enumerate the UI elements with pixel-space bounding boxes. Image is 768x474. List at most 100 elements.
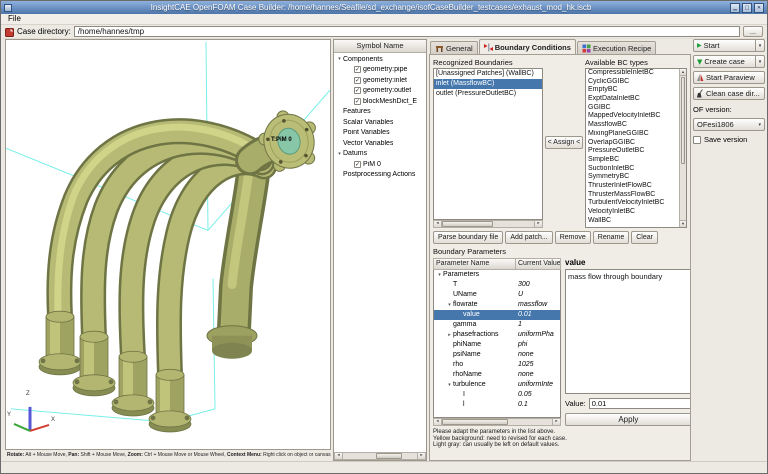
close-button[interactable]: ✕ bbox=[754, 2, 764, 13]
tree-item-point-variables[interactable]: Point Variables bbox=[334, 128, 426, 139]
3d-viewport[interactable]: T:PiM 0 X Y Z bbox=[5, 39, 331, 450]
create-case-button[interactable]: ▼ Create case bbox=[693, 55, 756, 68]
scroll-thumb[interactable] bbox=[442, 221, 493, 227]
boundary-item-outlet-pressureoutletbc[interactable]: outlet (PressureOutletBC) bbox=[434, 89, 542, 99]
bc-type-ggibc[interactable]: GGIBC bbox=[586, 104, 678, 113]
tree-item-blockmeshdict-e[interactable]: ✓ blockMeshDict_E bbox=[334, 96, 426, 107]
available-v-scrollbar[interactable]: ▴ ▾ bbox=[679, 69, 686, 227]
browse-button[interactable]: ... bbox=[743, 26, 763, 37]
assign-button[interactable]: < Assign < bbox=[545, 136, 583, 149]
checkbox-icon[interactable]: ✓ bbox=[354, 87, 361, 95]
start-dropdown-button[interactable]: ▾ bbox=[756, 39, 765, 52]
bc-type-wallbc[interactable]: WallBC bbox=[586, 217, 678, 226]
recognized-h-scrollbar[interactable]: ◂ ▸ bbox=[433, 220, 543, 228]
tab-general[interactable]: General bbox=[430, 41, 478, 55]
tree-h-scrollbar[interactable]: ◂ ▸ bbox=[334, 452, 426, 460]
param-row-rhoname[interactable]: rhoName none bbox=[434, 370, 560, 380]
tab-execution-recipe[interactable]: Execution Recipe bbox=[576, 41, 657, 55]
apply-button[interactable]: Apply bbox=[565, 413, 690, 426]
scroll-thumb[interactable] bbox=[681, 77, 685, 164]
menu-file[interactable]: File bbox=[5, 14, 24, 24]
param-row-gamma[interactable]: gamma 1 bbox=[434, 320, 560, 330]
tree-item-vector-variables[interactable]: Vector Variables bbox=[334, 138, 426, 149]
scroll-right-icon[interactable]: ▸ bbox=[552, 419, 560, 425]
checkbox-icon[interactable]: ✓ bbox=[354, 97, 361, 105]
param-row-value[interactable]: value 0.01 bbox=[434, 310, 560, 320]
start-paraview-button[interactable]: Start Paraview bbox=[693, 71, 765, 84]
bc-type-velocityinletbc[interactable]: VelocityInletBC bbox=[586, 208, 678, 217]
add-patch-button[interactable]: Add patch... bbox=[505, 231, 553, 244]
create-case-dropdown-button[interactable]: ▾ bbox=[756, 55, 765, 68]
bc-type-thrusterinletflowbc[interactable]: ThrusterInletFlowBC bbox=[586, 182, 678, 191]
parse-boundary-file-button[interactable]: Parse boundary file bbox=[433, 231, 504, 244]
of-version-select[interactable]: OFesi1806 ▾ bbox=[693, 118, 765, 131]
param-row-phiname[interactable]: phiName phi bbox=[434, 340, 560, 350]
scroll-left-icon[interactable]: ◂ bbox=[434, 419, 442, 425]
symbol-tree-header[interactable]: Symbol Name bbox=[334, 40, 426, 53]
param-row-turbulence[interactable]: ▾ turbulence uniformInte bbox=[434, 380, 560, 390]
bc-type-suctioninletbc[interactable]: SuctionInletBC bbox=[586, 165, 678, 174]
case-directory-input[interactable] bbox=[73, 26, 740, 37]
checkbox-icon[interactable]: ✓ bbox=[354, 66, 361, 74]
checkbox-icon[interactable]: ✓ bbox=[354, 160, 361, 168]
tree-item-geometry-pipe[interactable]: ✓ geometry:pipe bbox=[334, 65, 426, 76]
title-bar[interactable]: InsightCAE OpenFOAM Case Builder: /home/… bbox=[1, 1, 767, 14]
param-row-phasefractions[interactable]: ▸ phasefractions uniformPha bbox=[434, 330, 560, 340]
scroll-thumb[interactable] bbox=[442, 419, 508, 425]
scroll-right-icon[interactable]: ▸ bbox=[417, 453, 425, 459]
scroll-up-icon[interactable]: ▴ bbox=[680, 69, 686, 76]
tree-item-postprocessing-actions[interactable]: Postprocessing Actions bbox=[334, 170, 426, 181]
bc-type-overlapggibc[interactable]: OverlapGGIBC bbox=[586, 139, 678, 148]
tree-item-datums[interactable]: ▾ Datums bbox=[334, 149, 426, 160]
parameter-h-scrollbar[interactable]: ◂ ▸ bbox=[433, 418, 561, 426]
available-bc-list[interactable]: ▴ ▾ CompressibleInletBC CyclicGGIBC EmptyB… bbox=[585, 68, 687, 228]
boundary-item-inlet-massflowbc[interactable]: inlet (MassflowBC) bbox=[434, 79, 542, 89]
param-row-psiname[interactable]: psiName none bbox=[434, 350, 560, 360]
save-version-checkbox[interactable] bbox=[693, 135, 701, 144]
bc-type-massflowbc[interactable]: MassflowBC bbox=[586, 121, 678, 130]
param-row-flowrate[interactable]: ▾ flowrate massflow bbox=[434, 300, 560, 310]
param-row-l[interactable]: l 0.1 bbox=[434, 400, 560, 410]
scroll-right-icon[interactable]: ▸ bbox=[534, 221, 542, 227]
remove-button[interactable]: Remove bbox=[554, 231, 591, 244]
rename-button[interactable]: Rename bbox=[592, 231, 630, 244]
bc-type-cyclicggibc[interactable]: CyclicGGIBC bbox=[586, 78, 678, 87]
param-row-parameters[interactable]: ▾ Parameters bbox=[434, 270, 560, 280]
scroll-thumb[interactable] bbox=[376, 453, 403, 459]
tree-item-geometry-inlet[interactable]: ✓ geometry:inlet bbox=[334, 75, 426, 86]
bc-type-thrustermassflowbc[interactable]: ThrusterMassFlowBC bbox=[586, 191, 678, 200]
bc-type-mixingplaneggibc[interactable]: MixingPlaneGGIBC bbox=[586, 130, 678, 139]
tree-item-scalar-variables[interactable]: Scalar Variables bbox=[334, 117, 426, 128]
scroll-left-icon[interactable]: ◂ bbox=[434, 221, 442, 227]
maximize-button[interactable]: □ bbox=[742, 2, 752, 13]
bc-type-mappedvelocityinletbc[interactable]: MappedVelocityInletBC bbox=[586, 112, 678, 121]
tree-item-components[interactable]: ▾ Components bbox=[334, 54, 426, 65]
param-row-rho[interactable]: rho 1025 bbox=[434, 360, 560, 370]
bc-type-symmetrybc[interactable]: SymmetryBC bbox=[586, 173, 678, 182]
parameter-table-body[interactable]: ▾ Parameters T 300 UName U ▾ flowrate massflow va… bbox=[433, 270, 561, 418]
bc-type-emptybc[interactable]: EmptyBC bbox=[586, 86, 678, 95]
save-version-checkbox-row[interactable]: Save version bbox=[693, 134, 765, 145]
bc-type-exptdatainletbc[interactable]: ExptDataInletBC bbox=[586, 95, 678, 104]
bc-type-simplebc[interactable]: SimpleBC bbox=[586, 156, 678, 165]
tab-boundary-conditions[interactable]: Boundary Conditions bbox=[478, 39, 576, 55]
clear-button[interactable]: Clear bbox=[631, 231, 658, 244]
param-row-uname[interactable]: UName U bbox=[434, 290, 560, 300]
scroll-left-icon[interactable]: ◂ bbox=[335, 453, 343, 459]
clean-case-dir-button[interactable]: Clean case dir... bbox=[693, 87, 765, 100]
bc-type-compressibleinletbc[interactable]: CompressibleInletBC bbox=[586, 69, 678, 78]
bc-type-turbulentvelocityinletbc[interactable]: TurbulentVelocityInletBC bbox=[586, 199, 678, 208]
minimize-button[interactable]: ▁ bbox=[730, 2, 740, 13]
bc-type-pressureoutletbc[interactable]: PressureOutletBC bbox=[586, 147, 678, 156]
parameter-table-header[interactable]: Parameter Name Current Value bbox=[433, 258, 561, 270]
tree-item-pim-0[interactable]: ✓ PiM 0 bbox=[334, 159, 426, 170]
start-button[interactable]: ▶ Start bbox=[693, 39, 756, 52]
param-row-i[interactable]: I 0.05 bbox=[434, 390, 560, 400]
scroll-down-icon[interactable]: ▾ bbox=[680, 220, 686, 227]
param-row-t[interactable]: T 300 bbox=[434, 280, 560, 290]
tree-item-features[interactable]: Features bbox=[334, 107, 426, 118]
boundary-item-unassigned-patches-wallbc[interactable]: [Unassigned Patches] (WallBC) bbox=[434, 69, 542, 79]
tree-item-geometry-outlet[interactable]: ✓ geometry:outlet bbox=[334, 86, 426, 97]
checkbox-icon[interactable]: ✓ bbox=[354, 76, 361, 84]
value-input[interactable] bbox=[588, 398, 690, 409]
